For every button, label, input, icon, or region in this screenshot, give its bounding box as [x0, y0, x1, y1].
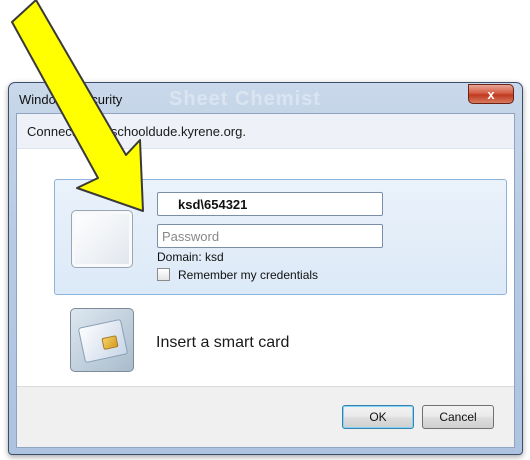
cancel-button[interactable]: Cancel	[422, 405, 494, 429]
dialog-client-area: Connecting to schooldude.kyrene.org. ksd…	[16, 113, 515, 448]
smart-card-icon	[70, 308, 134, 372]
username-field[interactable]: ksd\654321	[157, 192, 383, 216]
domain-label: Domain: ksd	[157, 250, 224, 264]
window-title: Windows Security	[19, 92, 123, 107]
windows-security-dialog: Sheet Chemist Windows Security x Connect…	[8, 82, 523, 455]
dialog-footer: OK Cancel	[17, 386, 514, 447]
close-button[interactable]: x	[468, 84, 514, 104]
title-bar: Sheet Chemist Windows Security x	[9, 83, 522, 113]
close-icon: x	[487, 87, 495, 102]
title-background-text: Sheet Chemist	[169, 88, 321, 110]
chip-icon	[101, 335, 119, 351]
user-avatar-icon	[71, 210, 133, 268]
ok-button[interactable]: OK	[342, 405, 414, 429]
password-field[interactable]: Password	[157, 224, 383, 248]
smart-card-shape	[77, 318, 129, 364]
smart-card-tile[interactable]: Insert a smart card	[54, 300, 507, 392]
credential-tile[interactable]: ksd\654321 Password Domain: ksd Remember…	[54, 179, 507, 295]
connecting-message: Connecting to schooldude.kyrene.org.	[27, 124, 246, 139]
header-strip: Connecting to schooldude.kyrene.org.	[17, 114, 514, 149]
remember-checkbox[interactable]	[157, 268, 170, 281]
remember-label: Remember my credentials	[178, 268, 319, 282]
smart-card-label: Insert a smart card	[156, 334, 290, 351]
remember-credentials-option[interactable]: Remember my credentials	[157, 268, 318, 282]
